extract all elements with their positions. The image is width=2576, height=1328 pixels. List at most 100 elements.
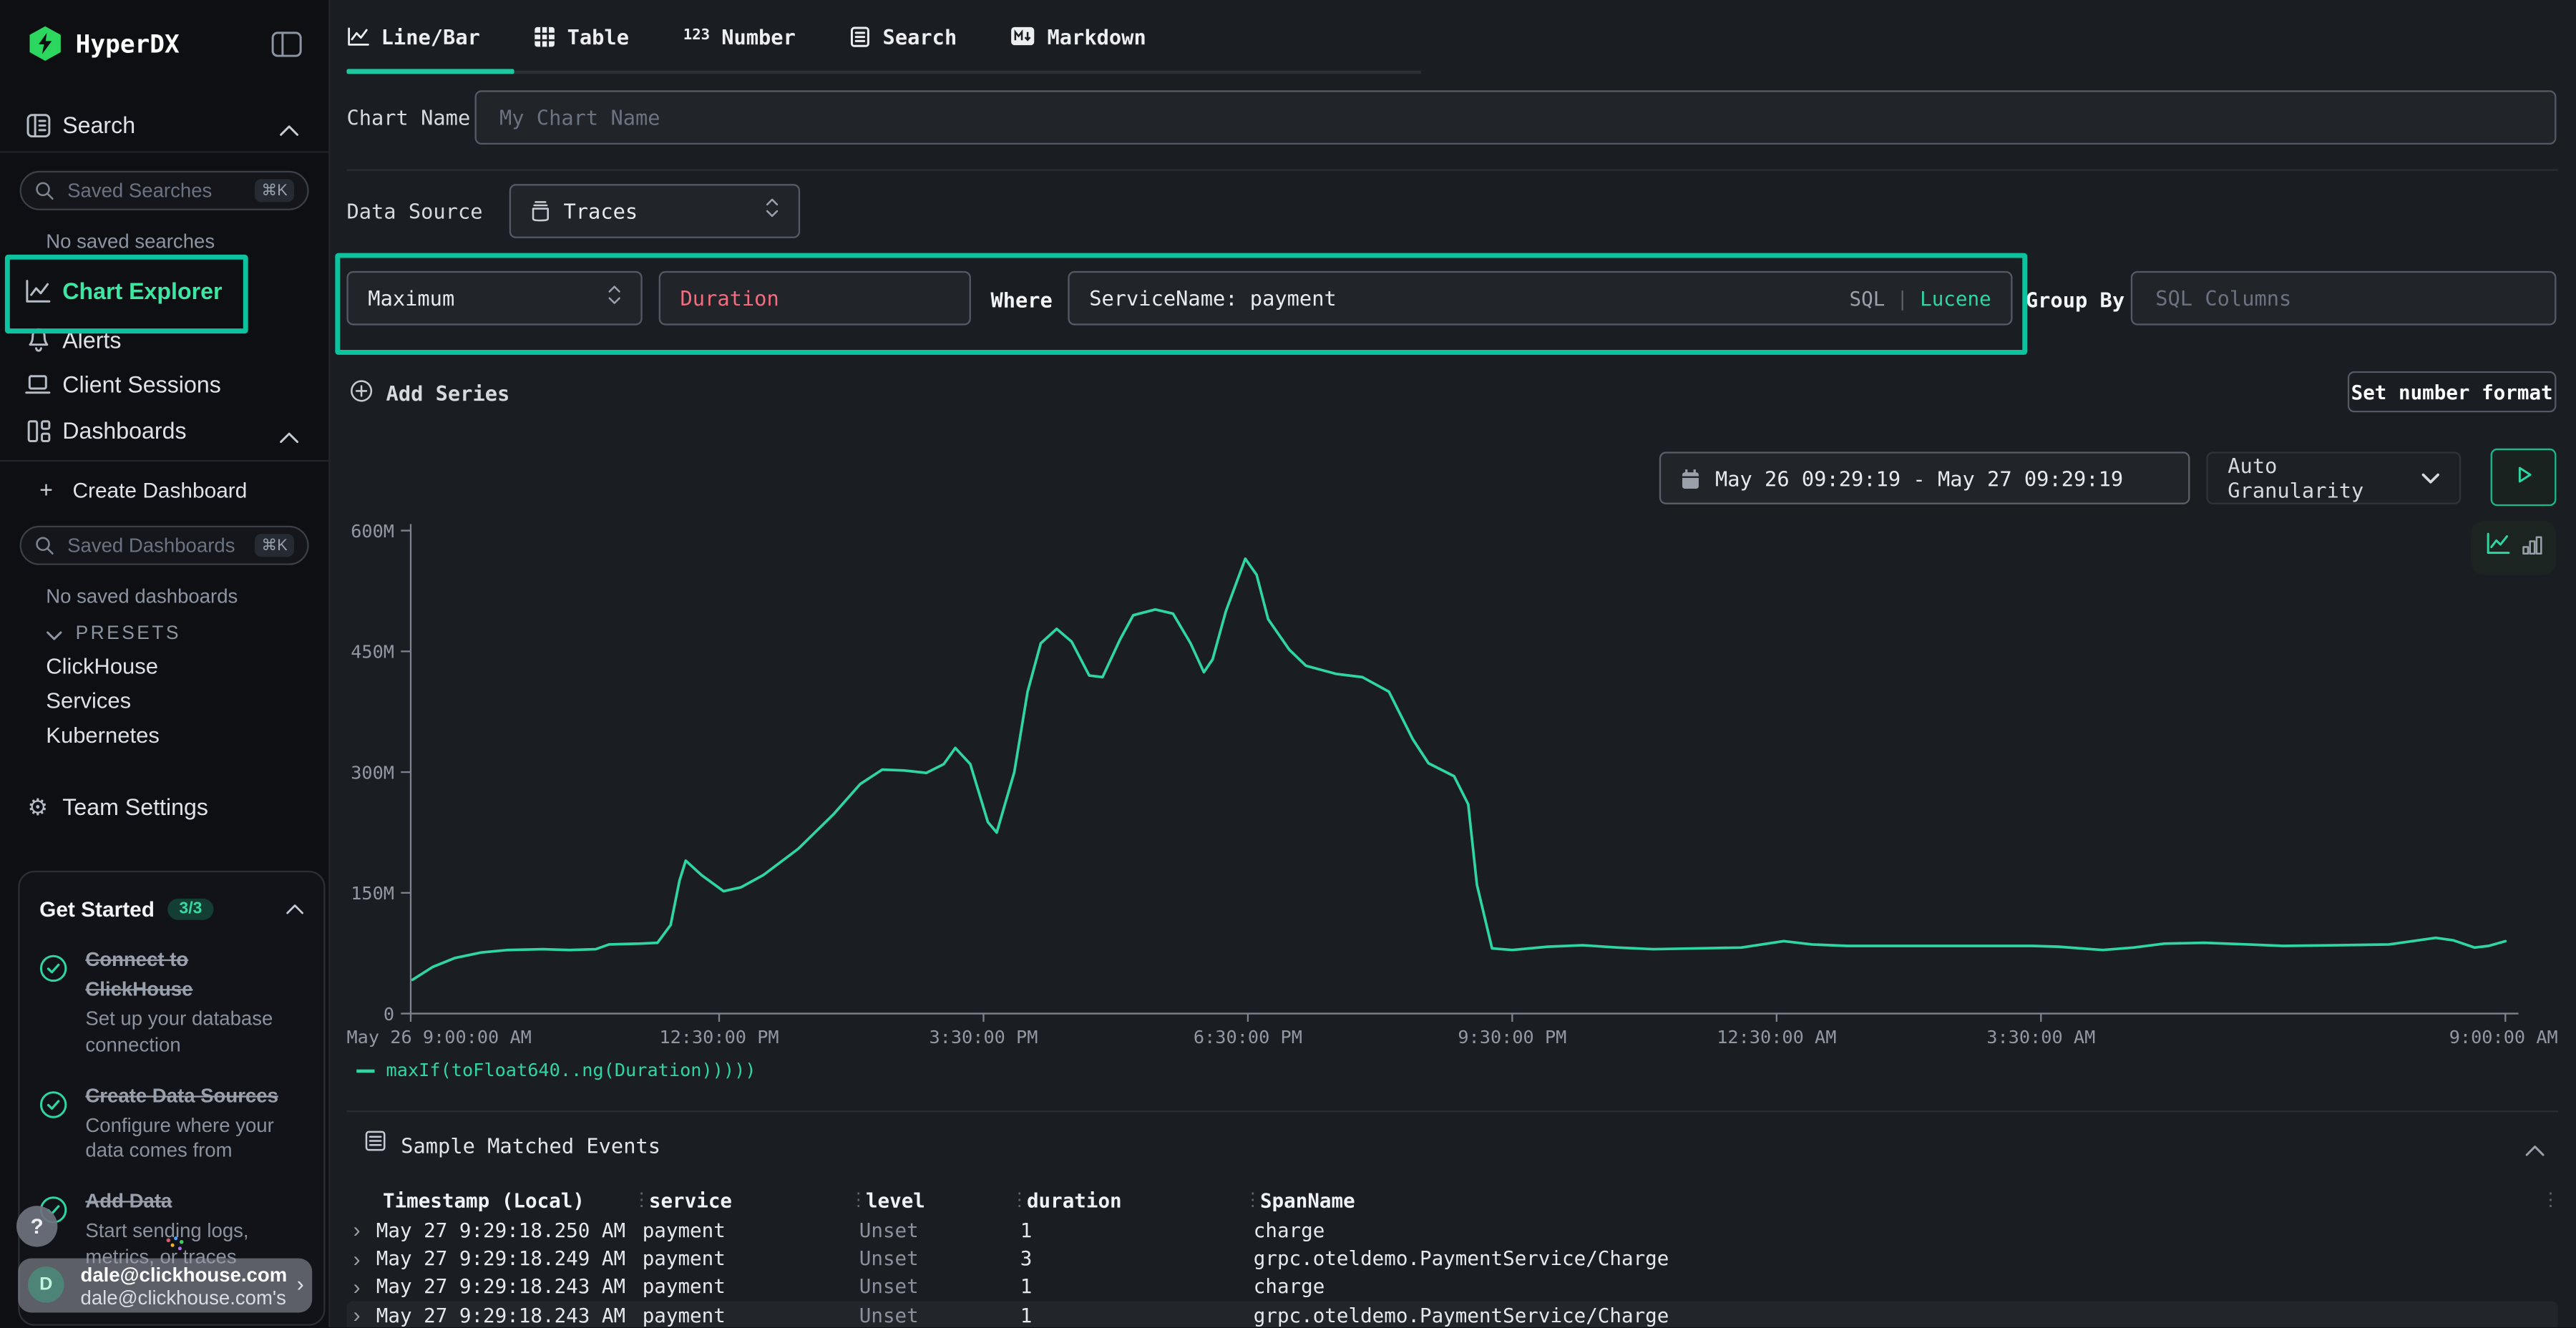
date-range-input[interactable]: May 26 09:29:19 - May 27 09:29:19	[1659, 451, 2190, 504]
chevron-up-icon[interactable]	[286, 894, 303, 923]
preset-services[interactable]: Services	[46, 688, 131, 713]
where-label: Where	[990, 288, 1052, 312]
search-icon	[34, 181, 54, 201]
no-saved-searches-text: No saved searches	[46, 230, 215, 253]
tab-number[interactable]: 123 Number	[683, 24, 796, 48]
chevron-up-icon[interactable]	[279, 115, 299, 145]
step-title: Create Data Sources	[85, 1084, 278, 1107]
data-source-label: Data Source	[346, 199, 482, 223]
select-chevrons-icon	[766, 196, 779, 225]
column-handle-icon[interactable]: ⋮	[1010, 1189, 1027, 1211]
table-row[interactable]: ›May 27 9:29:18.249 AMpaymentUnset3grpc.…	[346, 1244, 2557, 1273]
svg-text:300M: 300M	[351, 762, 394, 783]
sidebar-item-client-sessions[interactable]: Client Sessions	[0, 361, 328, 407]
run-query-button[interactable]	[2491, 449, 2557, 506]
svg-text:9:30:00 PM: 9:30:00 PM	[1458, 1027, 1566, 1048]
row-expand-icon[interactable]: ›	[346, 1218, 376, 1242]
chart-legend: maxIf(toFloat640..ng(Duration)))))	[356, 1060, 756, 1081]
shortcut-badge: ⌘K	[255, 534, 294, 557]
field-input[interactable]: Duration	[659, 271, 971, 326]
cell-level: Unset	[859, 1276, 1004, 1299]
user-email: dale@clickhouse.com	[80, 1264, 287, 1286]
column-handle-icon[interactable]: ⋮	[1244, 1189, 1260, 1211]
sidebar-item-team-settings[interactable]: ⚙ Team Settings	[0, 783, 328, 829]
events-table-header: Timestamp (Local) ⋮ service ⋮ level ⋮ du…	[346, 1184, 2557, 1216]
search-icon	[34, 535, 54, 555]
chart-name-input[interactable]	[475, 90, 2557, 145]
group-by-field[interactable]	[2152, 284, 2535, 312]
data-source-value: Traces	[563, 199, 638, 223]
col-duration[interactable]: duration	[1027, 1188, 1244, 1211]
saved-searches-input[interactable]: ⌘K	[20, 171, 309, 210]
col-spanname[interactable]: SpanName	[1260, 1188, 2542, 1211]
saved-dashboards-input[interactable]: ⌘K	[20, 526, 309, 565]
svg-text:600M: 600M	[351, 522, 394, 542]
column-handle-icon[interactable]: ⋮	[633, 1189, 649, 1211]
list-icon	[365, 1131, 386, 1160]
table-row[interactable]: ›May 27 9:29:18.243 AMpaymentUnset1grpc.…	[346, 1302, 2557, 1327]
cell-timestamp: May 27 9:29:18.243 AM	[376, 1304, 626, 1327]
saved-dashboards-field[interactable]	[64, 532, 255, 559]
cell-spanname: charge	[1254, 1219, 2542, 1241]
sample-events-title: Sample Matched Events	[401, 1133, 660, 1157]
sidebar-item-chart-explorer[interactable]: Chart Explorer	[0, 268, 328, 313]
row-expand-icon[interactable]: ›	[346, 1246, 376, 1271]
granularity-select[interactable]: Auto Granularity	[2206, 451, 2461, 504]
col-timestamp[interactable]: Timestamp (Local)	[383, 1188, 633, 1211]
sidebar-collapse-icon[interactable]	[271, 31, 303, 66]
set-number-format-button[interactable]: Set number format	[2348, 371, 2557, 412]
table-menu-icon[interactable]: ⋮	[2542, 1189, 2558, 1211]
row-expand-icon[interactable]: ›	[346, 1303, 376, 1327]
tab-search[interactable]: Search	[850, 24, 957, 48]
get-started-item[interactable]: Create Data SourcesConfigure where your …	[39, 1080, 304, 1166]
group-by-input[interactable]	[2131, 271, 2557, 326]
presets-label: PRESETS	[76, 624, 181, 644]
avatar: D	[28, 1266, 64, 1303]
user-profile-bar[interactable]: D dale@clickhouse.com dale@clickhouse.co…	[18, 1259, 312, 1313]
app-title: HyperDX	[76, 29, 180, 58]
saved-searches-field[interactable]	[64, 177, 255, 204]
hyperdx-app: HyperDX Search ⌘K No saved searches	[0, 0, 2576, 1327]
where-input[interactable]: ServiceName: payment SQL | Lucene	[1068, 271, 2012, 326]
search-section-icon	[23, 112, 52, 137]
add-series-label: Add Series	[386, 381, 510, 406]
logo[interactable]: HyperDX	[29, 26, 179, 61]
help-button[interactable]: ?	[16, 1206, 57, 1246]
tab-table[interactable]: Table	[535, 24, 629, 48]
add-series-button[interactable]: Add Series	[350, 378, 509, 409]
time-series-chart[interactable]: 600M450M300M150M0May 26 9:00:00 AM12:30:…	[346, 522, 2557, 1051]
sidebar: HyperDX Search ⌘K No saved searches	[0, 0, 330, 1327]
col-level[interactable]: level	[866, 1188, 1010, 1211]
chart-name-field[interactable]	[496, 104, 2534, 132]
sidebar-section-search[interactable]: Search	[0, 102, 328, 147]
lucene-toggle[interactable]: Lucene	[1920, 287, 1991, 310]
table-row[interactable]: ›May 27 9:29:18.243 AMpaymentUnset1charg…	[346, 1273, 2557, 1302]
sidebar-item-dashboards[interactable]: Dashboards	[0, 407, 328, 453]
get-started-progress-badge: 3/3	[167, 898, 213, 919]
cell-timestamp: May 27 9:29:18.249 AM	[376, 1247, 626, 1270]
bell-icon	[23, 327, 52, 353]
preset-clickhouse[interactable]: ClickHouse	[46, 654, 158, 678]
sidebar-item-alerts[interactable]: Alerts	[0, 317, 328, 363]
cell-service: payment	[643, 1219, 843, 1241]
tab-markdown[interactable]: Markdown	[1011, 24, 1146, 48]
row-expand-icon[interactable]: ›	[346, 1275, 376, 1299]
chevron-up-icon[interactable]	[279, 422, 299, 451]
column-handle-icon[interactable]: ⋮	[849, 1189, 866, 1211]
collapse-section-icon[interactable]	[2525, 1135, 2545, 1164]
legend-label: maxIf(toFloat640..ng(Duration)))))	[386, 1060, 756, 1081]
toggle-divider: |	[1896, 287, 1908, 310]
play-icon	[2514, 462, 2532, 492]
sql-toggle[interactable]: SQL	[1850, 287, 1885, 310]
preset-kubernetes[interactable]: Kubernetes	[46, 723, 160, 747]
presets-toggle[interactable]: PRESETS	[46, 620, 181, 649]
aggregation-select[interactable]: Maximum	[346, 271, 642, 326]
data-source-select[interactable]: Traces	[509, 184, 800, 238]
col-service[interactable]: service	[649, 1188, 849, 1211]
tab-line-bar[interactable]: Line/Bar	[346, 24, 479, 48]
laptop-icon	[23, 373, 52, 396]
svg-text:12:30:00 PM: 12:30:00 PM	[659, 1027, 779, 1048]
get-started-item[interactable]: Connect to ClickHouseSet up your databas…	[39, 944, 304, 1059]
create-dashboard-button[interactable]: + Create Dashboard	[39, 477, 247, 503]
table-row[interactable]: ›May 27 9:29:18.250 AMpaymentUnset1charg…	[346, 1216, 2557, 1244]
